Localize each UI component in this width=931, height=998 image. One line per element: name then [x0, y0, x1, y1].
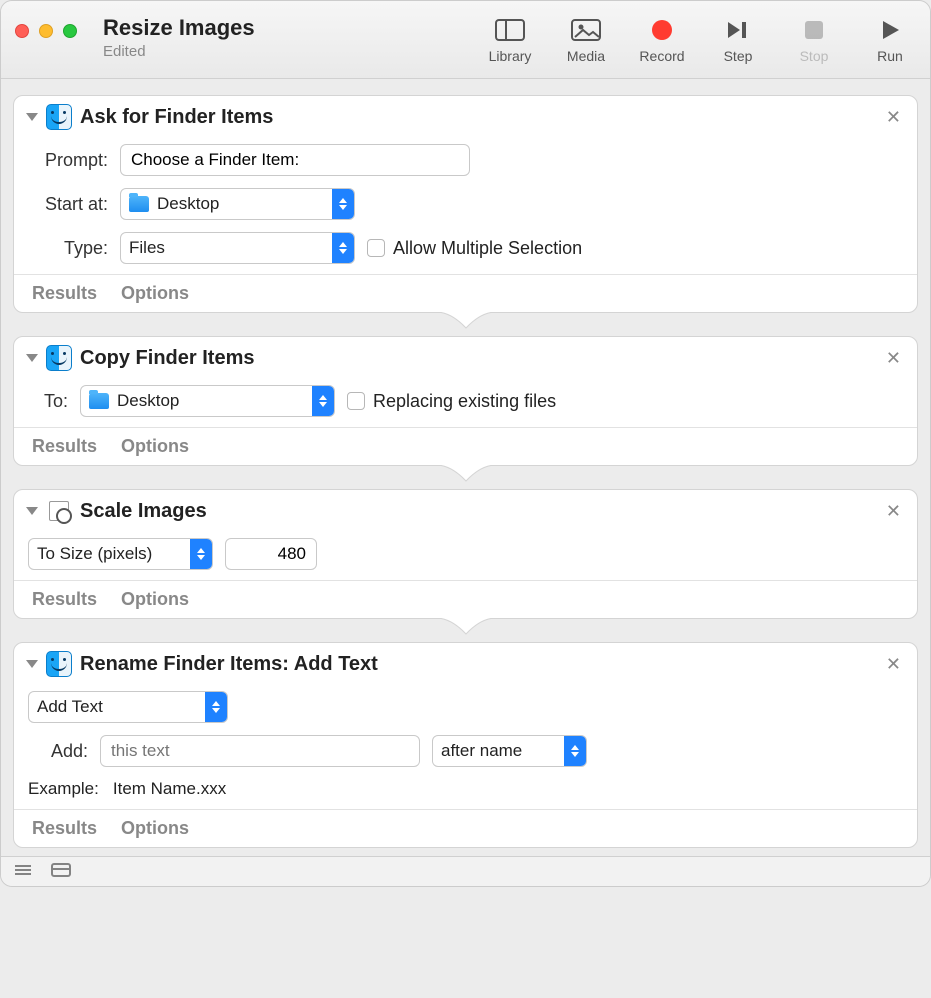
folder-icon: [89, 393, 109, 409]
folder-icon: [129, 196, 149, 212]
position-value: after name: [441, 741, 556, 761]
options-button[interactable]: Options: [121, 589, 189, 610]
title-block: Resize Images Edited: [103, 15, 255, 60]
library-button[interactable]: Library: [484, 16, 536, 64]
log-view-button[interactable]: [13, 862, 33, 882]
scale-mode-popup[interactable]: To Size (pixels): [28, 538, 213, 570]
to-value: Desktop: [117, 391, 304, 411]
start-at-label: Start at:: [28, 194, 108, 215]
close-window-button[interactable]: [15, 24, 29, 38]
stop-button[interactable]: Stop: [788, 16, 840, 64]
scale-mode-value: To Size (pixels): [37, 544, 182, 564]
results-button[interactable]: Results: [32, 436, 97, 457]
chevrons-icon: [312, 386, 334, 416]
options-button[interactable]: Options: [121, 818, 189, 839]
step-icon: [725, 16, 751, 44]
chevrons-icon: [205, 692, 227, 722]
replace-existing-checkbox[interactable]: Replacing existing files: [347, 391, 556, 412]
type-popup[interactable]: Files: [120, 232, 355, 264]
start-at-value: Desktop: [157, 194, 324, 214]
type-value: Files: [129, 238, 324, 258]
remove-action-button[interactable]: ✕: [882, 501, 905, 522]
remove-action-button[interactable]: ✕: [882, 107, 905, 128]
remove-action-button[interactable]: ✕: [882, 348, 905, 369]
disclosure-toggle[interactable]: [26, 660, 38, 668]
chevrons-icon: [332, 233, 354, 263]
toolbar: Library Media Record Step: [484, 16, 916, 64]
to-popup[interactable]: Desktop: [80, 385, 335, 417]
record-icon: [650, 16, 674, 44]
add-label: Add:: [28, 741, 88, 762]
example-value: Item Name.xxx: [113, 779, 226, 799]
rename-mode-popup[interactable]: Add Text: [28, 691, 228, 723]
action-title: Scale Images: [80, 500, 207, 523]
run-button[interactable]: Run: [864, 16, 916, 64]
chevrons-icon: [564, 736, 586, 766]
status-bar: [1, 856, 930, 886]
remove-action-button[interactable]: ✕: [882, 654, 905, 675]
to-label: To:: [28, 391, 68, 412]
size-input[interactable]: [225, 538, 317, 570]
action-ask-for-finder-items: Ask for Finder Items ✕ Prompt: Start at:…: [13, 95, 918, 313]
options-button[interactable]: Options: [121, 283, 189, 304]
replace-existing-label: Replacing existing files: [373, 391, 556, 412]
document-title: Resize Images: [103, 15, 255, 41]
titlebar: Resize Images Edited Library Media Rec: [1, 1, 930, 79]
finder-icon: [46, 104, 72, 130]
media-button[interactable]: Media: [560, 16, 612, 64]
action-rename-finder-items: Rename Finder Items: Add Text ✕ Add Text…: [13, 642, 918, 848]
record-button[interactable]: Record: [636, 16, 688, 64]
variables-view-button[interactable]: [51, 862, 71, 882]
example-label: Example:: [28, 779, 99, 799]
rename-mode-value: Add Text: [37, 697, 197, 717]
automator-window: Resize Images Edited Library Media Rec: [0, 0, 931, 887]
allow-multiple-checkbox[interactable]: Allow Multiple Selection: [367, 238, 582, 259]
connector: [9, 465, 922, 489]
start-at-popup[interactable]: Desktop: [120, 188, 355, 220]
finder-icon: [46, 651, 72, 677]
photo-icon: [571, 16, 601, 44]
disclosure-toggle[interactable]: [26, 354, 38, 362]
add-text-input[interactable]: [100, 735, 420, 767]
results-button[interactable]: Results: [32, 818, 97, 839]
stop-icon: [803, 16, 825, 44]
chevrons-icon: [190, 539, 212, 569]
position-popup[interactable]: after name: [432, 735, 587, 767]
action-title: Rename Finder Items: Add Text: [80, 653, 378, 676]
finder-icon: [46, 345, 72, 371]
document-status: Edited: [103, 43, 255, 60]
window-controls: [15, 24, 77, 38]
workflow-area: Ask for Finder Items ✕ Prompt: Start at:…: [1, 79, 930, 856]
chevrons-icon: [332, 189, 354, 219]
disclosure-toggle[interactable]: [26, 507, 38, 515]
options-button[interactable]: Options: [121, 436, 189, 457]
results-button[interactable]: Results: [32, 283, 97, 304]
minimize-window-button[interactable]: [39, 24, 53, 38]
sidebar-icon: [495, 16, 525, 44]
connector: [9, 618, 922, 642]
type-label: Type:: [28, 238, 108, 259]
allow-multiple-label: Allow Multiple Selection: [393, 238, 582, 259]
results-button[interactable]: Results: [32, 589, 97, 610]
preview-icon: [46, 498, 72, 524]
connector: [9, 312, 922, 336]
play-icon: [879, 16, 901, 44]
prompt-label: Prompt:: [28, 150, 108, 171]
action-title: Copy Finder Items: [80, 347, 254, 370]
action-scale-images: Scale Images ✕ To Size (pixels) Results …: [13, 489, 918, 619]
prompt-input[interactable]: [120, 144, 470, 176]
disclosure-toggle[interactable]: [26, 113, 38, 121]
zoom-window-button[interactable]: [63, 24, 77, 38]
action-copy-finder-items: Copy Finder Items ✕ To: Desktop Replacin…: [13, 336, 918, 466]
step-button[interactable]: Step: [712, 16, 764, 64]
action-title: Ask for Finder Items: [80, 106, 273, 129]
